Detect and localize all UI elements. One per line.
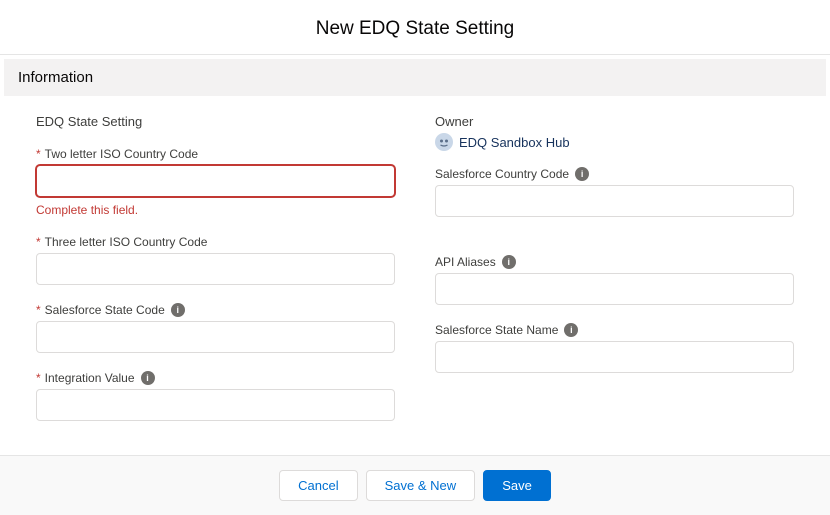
input-api-aliases[interactable] <box>435 273 794 305</box>
info-icon[interactable]: i <box>575 167 589 181</box>
field-sf-state-name: Salesforce State Name i <box>435 323 794 373</box>
input-sf-state-code[interactable] <box>36 321 395 353</box>
owner-label: Owner <box>435 114 794 129</box>
required-star-icon: * <box>36 303 41 317</box>
label-api-aliases: API Aliases <box>435 255 496 269</box>
label-sf-state-code: Salesforce State Code <box>45 303 165 317</box>
label-integration-value: Integration Value <box>45 371 135 385</box>
input-three-letter-iso[interactable] <box>36 253 395 285</box>
required-star-icon: * <box>36 235 41 249</box>
field-sf-state-code: * Salesforce State Code i <box>36 303 395 353</box>
form-body: EDQ State Setting * Two letter ISO Count… <box>0 96 830 421</box>
label-sf-state-name: Salesforce State Name <box>435 323 558 337</box>
input-two-letter-iso[interactable] <box>36 165 395 197</box>
cancel-button[interactable]: Cancel <box>279 470 357 501</box>
page-title: New EDQ State Setting <box>0 18 830 40</box>
modal-header: New EDQ State Setting <box>0 0 830 55</box>
field-integration-value: * Integration Value i <box>36 371 395 421</box>
input-integration-value[interactable] <box>36 389 395 421</box>
field-two-letter-iso: * Two letter ISO Country Code Complete t… <box>36 147 395 217</box>
info-icon[interactable]: i <box>564 323 578 337</box>
info-icon[interactable]: i <box>502 255 516 269</box>
label-two-letter-iso: Two letter ISO Country Code <box>45 147 198 161</box>
section-information: Information <box>4 59 826 96</box>
save-and-new-button[interactable]: Save & New <box>366 470 476 501</box>
info-icon[interactable]: i <box>171 303 185 317</box>
left-subhead: EDQ State Setting <box>36 114 395 129</box>
field-sf-country-code: Salesforce Country Code i <box>435 167 794 217</box>
label-three-letter-iso: Three letter ISO Country Code <box>45 235 208 249</box>
input-sf-country-code[interactable] <box>435 185 794 217</box>
save-button[interactable]: Save <box>483 470 551 501</box>
required-star-icon: * <box>36 147 41 161</box>
field-api-aliases: API Aliases i <box>435 255 794 305</box>
label-sf-country-code: Salesforce Country Code <box>435 167 569 181</box>
field-three-letter-iso: * Three letter ISO Country Code <box>36 235 395 285</box>
owner-avatar-icon <box>435 133 453 151</box>
owner-value: EDQ Sandbox Hub <box>459 135 570 150</box>
error-two-letter-iso: Complete this field. <box>36 203 395 217</box>
required-star-icon: * <box>36 371 41 385</box>
owner-value-line: EDQ Sandbox Hub <box>435 133 794 151</box>
info-icon[interactable]: i <box>141 371 155 385</box>
input-sf-state-name[interactable] <box>435 341 794 373</box>
footer-actions: Cancel Save & New Save <box>0 455 830 515</box>
